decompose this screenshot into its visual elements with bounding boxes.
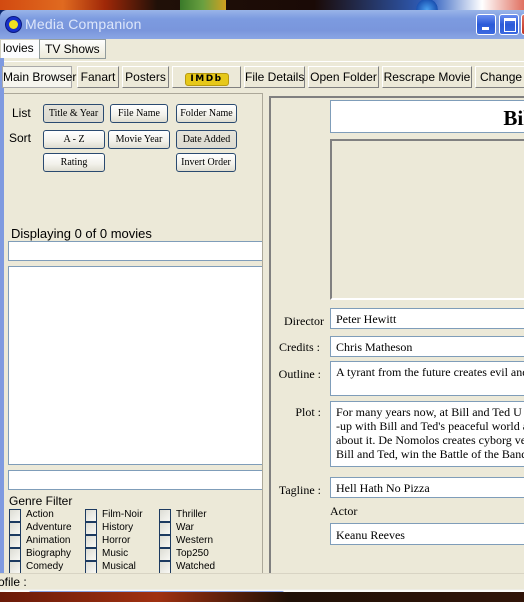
plot-line: For many years now, at Bill and Ted U [336, 405, 522, 419]
imdb-tab[interactable]: IMDb [172, 66, 241, 88]
outline-field[interactable]: A tyrant from the future creates evil an… [330, 361, 524, 396]
actor-label: Actor [330, 504, 358, 518]
tagline-field[interactable]: Hell Hath No Pizza [330, 477, 524, 498]
checkbox-icon[interactable] [85, 509, 97, 522]
checkbox-icon[interactable] [85, 535, 97, 548]
movie-title: Bil [503, 106, 524, 130]
desktop-taskbar-edge [0, 592, 524, 602]
rescrape-movie-button[interactable]: Rescrape Movie [382, 66, 472, 88]
credits-field[interactable]: Chris Matheson [330, 336, 524, 357]
plot-field[interactable]: For many years now, at Bill and Ted U -u… [330, 401, 524, 467]
genre-label: Western [176, 535, 214, 546]
genre-label: Biography [26, 548, 72, 559]
sort-label: Sort [9, 131, 32, 145]
desktop-icon [180, 0, 226, 10]
title-bar[interactable]: Media Companion [0, 10, 524, 39]
sort-movie-year-button[interactable]: Movie Year [108, 130, 170, 149]
plot-label: Plot : [295, 405, 321, 419]
genre-label: Horror [102, 535, 131, 546]
tagline-label: Tagline : [278, 483, 321, 497]
genre-label: Adventure [26, 522, 72, 533]
fanart-tab[interactable]: Fanart [77, 66, 119, 88]
movie-browser-panel: List Sort Title & Year File Name Folder … [4, 93, 264, 601]
genre-label: Animation [26, 535, 71, 546]
genre-label: Film-Noir [102, 509, 143, 520]
profile-label: ofile : [0, 575, 27, 589]
plot-line: -up with Bill and Ted's peaceful world a [336, 419, 524, 433]
movie-count-label: Displaying 0 of 0 movies [11, 226, 152, 241]
movie-title-field: Bil [330, 100, 524, 133]
sort-date-added-button[interactable]: Date Added [176, 130, 237, 149]
list-title-year-button[interactable]: Title & Year [43, 104, 104, 123]
change-movie-button[interactable]: Change M [475, 66, 524, 88]
app-window: Media Companion lovies TV Shows Main Bro… [0, 10, 524, 602]
genre-label: Music [102, 548, 129, 559]
credits-label: Credits : [279, 340, 320, 354]
sort-rating-button[interactable]: Rating [43, 153, 105, 172]
open-folder-button[interactable]: Open Folder [308, 66, 379, 88]
screen: Media Companion lovies TV Shows Main Bro… [0, 0, 524, 602]
tab-movies[interactable]: lovies [0, 39, 40, 58]
maximize-button[interactable] [499, 14, 519, 35]
checkbox-icon[interactable] [159, 548, 171, 561]
plot-line: Bill and Ted, win the Battle of the Band [336, 447, 524, 461]
movie-filter-input[interactable] [8, 241, 264, 261]
director-field[interactable]: Peter Hewitt [330, 308, 524, 329]
checkbox-icon[interactable] [9, 522, 21, 535]
panel-splitter[interactable] [262, 93, 268, 601]
checkbox-icon[interactable] [85, 522, 97, 535]
posters-tab[interactable]: Posters [122, 66, 169, 88]
plot-line: about it. De Nomolos creates cyborg ve [336, 433, 524, 447]
checkbox-icon[interactable] [9, 509, 21, 522]
invert-order-button[interactable]: Invert Order [176, 153, 236, 172]
poster-image[interactable] [330, 139, 524, 300]
movie-details-panel: Bil Director Peter Hewitt Credits : Chri… [269, 96, 524, 601]
tab-tv-shows[interactable]: TV Shows [39, 39, 106, 59]
top-tabs: lovies TV Shows [0, 39, 524, 61]
genre-label: Watched [176, 561, 216, 572]
list-file-name-button[interactable]: File Name [110, 104, 168, 123]
genre-label: Musical [102, 561, 136, 572]
checkbox-icon[interactable] [159, 509, 171, 522]
outline-label: Outline : [278, 367, 321, 381]
sort-a-z-button[interactable]: A - Z [43, 130, 105, 149]
list-folder-name-button[interactable]: Folder Name [176, 104, 237, 123]
main-browser-tab[interactable]: Main Browser [2, 66, 76, 88]
window-title: Media Companion [25, 16, 142, 32]
divider [4, 61, 524, 62]
checkbox-icon[interactable] [159, 535, 171, 548]
director-label: Director [284, 314, 324, 328]
genre-label: History [102, 522, 134, 533]
file-details-tab[interactable]: File Details [244, 66, 305, 88]
movie-list[interactable] [8, 266, 264, 465]
movie-search-input[interactable] [8, 470, 264, 490]
actor-dropdown[interactable]: Keanu Reeves [330, 523, 524, 545]
genre-filter-title: Genre Filter [9, 494, 73, 508]
genre-label: Comedy [26, 561, 64, 572]
imdb-logo-icon: IMDb [184, 73, 229, 86]
genre-label: War [176, 522, 194, 533]
genre-label: Thriller [176, 509, 207, 520]
genre-label: Top250 [176, 548, 209, 559]
status-bar: ofile : [0, 573, 524, 590]
app-logo-icon [5, 16, 22, 33]
genre-label: Action [26, 509, 54, 520]
checkbox-icon[interactable] [159, 522, 171, 535]
minimize-button[interactable] [476, 14, 496, 35]
checkbox-icon[interactable] [85, 548, 97, 561]
checkbox-icon[interactable] [9, 548, 21, 561]
list-label: List [12, 106, 31, 120]
checkbox-icon[interactable] [9, 535, 21, 548]
client-area: lovies TV Shows Main Browser Fanart Post… [0, 39, 524, 602]
